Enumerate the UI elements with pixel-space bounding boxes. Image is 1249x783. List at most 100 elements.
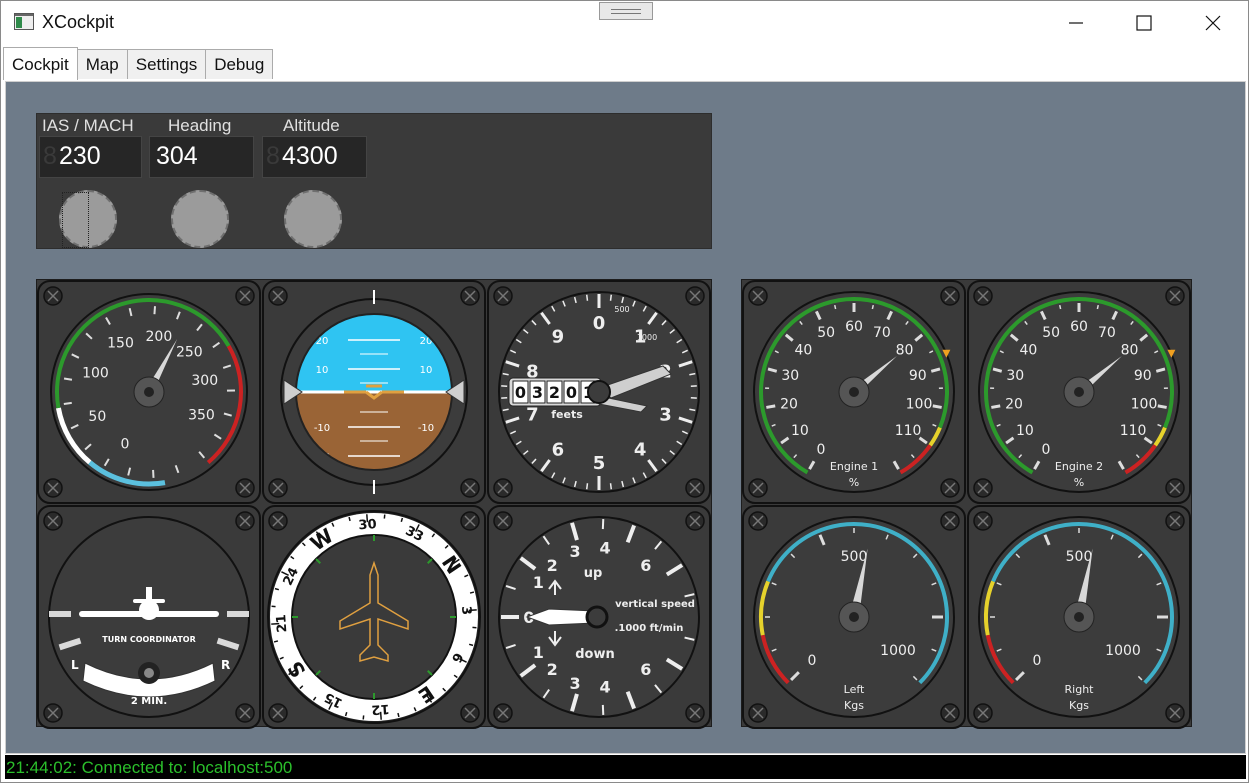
- counter-digit: 0: [566, 383, 577, 402]
- tick-mark: [153, 306, 156, 315]
- minimize-button[interactable]: [1041, 1, 1111, 45]
- engine-tick-label: 10: [791, 423, 809, 439]
- pitch-label: 10: [316, 365, 329, 376]
- pitch-label: 10: [420, 365, 433, 376]
- altitude-knob[interactable]: [284, 190, 342, 248]
- airspeed-tick-label: 50: [88, 409, 106, 425]
- fuel-tick-label: 0: [808, 653, 817, 669]
- heading-value: 304: [156, 142, 198, 170]
- tab-settings[interactable]: Settings: [126, 49, 207, 79]
- ias-label: IAS / MACH: [42, 116, 134, 135]
- engine-tick-label: 90: [1134, 368, 1152, 384]
- fuel-tick-label: 0: [1033, 653, 1042, 669]
- tick-mark: [63, 377, 73, 381]
- turn-left-label: L: [71, 658, 79, 672]
- tick-mark: [468, 643, 474, 647]
- vertical-speed-indicator: 01234612346updownvertical speed.1000 ft/…: [487, 505, 711, 729]
- altimeter-digit: 9: [552, 326, 565, 347]
- fuel-tick-label: 1000: [880, 643, 916, 659]
- engine-tick-label: 80: [896, 343, 914, 359]
- heading-label: Heading: [168, 116, 232, 135]
- engine-tick-label: 0: [817, 442, 826, 458]
- tab-map[interactable]: Map: [76, 49, 128, 79]
- altimeter-mini-1000: 1000: [637, 333, 657, 342]
- vsi-down-label: down: [575, 647, 615, 662]
- engine-tick-label: 50: [817, 325, 835, 341]
- vsi-number: 6: [640, 556, 651, 575]
- counter-digit: 2: [549, 383, 560, 402]
- close-icon: [1205, 15, 1221, 31]
- airspeed-tick-label: 150: [107, 336, 134, 352]
- vsi-number: 6: [640, 660, 651, 679]
- vsi-unit: .1000 ft/min: [615, 623, 684, 634]
- engine-tick-label: 70: [873, 325, 891, 341]
- tick-mark: [834, 304, 837, 310]
- ias-value: 230: [59, 142, 101, 170]
- engine-tick-label: 0: [1042, 442, 1051, 458]
- engine-tick-label: 50: [1042, 325, 1060, 341]
- ias-knob-focus: [62, 192, 89, 248]
- app-icon: [14, 13, 34, 30]
- fuel-name: Left: [844, 683, 865, 696]
- tick-mark: [400, 517, 404, 523]
- fuel-unit: Kgs: [844, 699, 864, 712]
- vsi-number: 1: [533, 573, 544, 592]
- fuel-tick-label: 1000: [1105, 643, 1141, 659]
- tick-mark: [274, 587, 280, 591]
- vsi-number: 3: [569, 542, 580, 561]
- tick-mark: [1096, 304, 1099, 310]
- heading-knob[interactable]: [171, 190, 229, 248]
- engine-tick-label: 60: [845, 319, 863, 335]
- compass-label: 12: [371, 701, 390, 717]
- engine-tick-label: 110: [895, 423, 922, 439]
- airspeed-indicator: 0 50 100 150 200250 300 350: [37, 280, 261, 504]
- tick-mark: [585, 294, 589, 301]
- title-bar[interactable]: XCockpit: [1, 1, 1248, 45]
- altitude-display: 8 4300: [262, 136, 367, 178]
- window-title: XCockpit: [42, 12, 115, 32]
- airspeed-tick-label: 100: [82, 366, 109, 382]
- tab-cockpit[interactable]: Cockpit: [3, 47, 78, 80]
- altimeter: 0123456789500100003201feets: [487, 280, 711, 504]
- fuel-tick-label: 500: [1066, 549, 1093, 565]
- engine-tick-label: 40: [1020, 343, 1038, 359]
- engine-tick-label: 40: [795, 343, 813, 359]
- turn-time-label: 2 MIN.: [131, 696, 167, 707]
- engine-tick-label: 20: [780, 396, 798, 412]
- altimeter-mini-500: 500: [614, 305, 629, 314]
- tick-mark: [585, 483, 589, 490]
- tab-debug[interactable]: Debug: [205, 49, 274, 79]
- vsi-up-label: up: [584, 566, 603, 581]
- drag-handle[interactable]: [599, 2, 653, 20]
- airspeed-tick-label: 0: [120, 437, 129, 453]
- tick-mark: [609, 483, 613, 490]
- tick-mark: [273, 640, 279, 643]
- tick-mark: [766, 404, 776, 409]
- altimeter-digit: 5: [593, 453, 606, 474]
- engine-tick-label: 30: [1006, 368, 1024, 384]
- turn-coordinator: TURN COORDINATOR L R 2 MIN.: [37, 505, 261, 729]
- tick-mark: [932, 404, 942, 409]
- engine-unit: %: [1074, 476, 1084, 489]
- engine-tick-label: 70: [1098, 325, 1116, 341]
- tick-mark: [1157, 404, 1167, 409]
- fuel-tick-label: 500: [841, 549, 868, 565]
- engine2-gauge: 0 10 20 30 4050 60 70 80 90 100 110 Engine 2%: [967, 280, 1191, 504]
- compass-label: 21: [274, 614, 290, 633]
- altimeter-digit: 7: [526, 405, 539, 426]
- left-fuel-gauge: 0 500 1000 Left Kgs: [742, 505, 966, 729]
- ias-display: 8 230: [39, 136, 142, 178]
- engine-tick-label: 80: [1121, 343, 1139, 359]
- tick-mark: [609, 294, 613, 301]
- counter-digit: 0: [515, 383, 526, 402]
- vsi-number: 1: [533, 643, 544, 662]
- maximize-button[interactable]: [1109, 1, 1179, 45]
- engine-name: Engine 1: [830, 460, 878, 473]
- tick-mark: [991, 404, 1001, 409]
- right-fuel-gauge: 0 500 1000 Right Kgs: [967, 505, 1191, 729]
- close-button[interactable]: [1178, 1, 1248, 45]
- vsi-number: 4: [600, 678, 611, 697]
- app-window: XCockpit Cockpit Map Settings Debug IAS …: [0, 0, 1249, 783]
- engine-tick-label: 110: [1120, 423, 1147, 439]
- altitude-ghost-digit: 8: [266, 142, 280, 170]
